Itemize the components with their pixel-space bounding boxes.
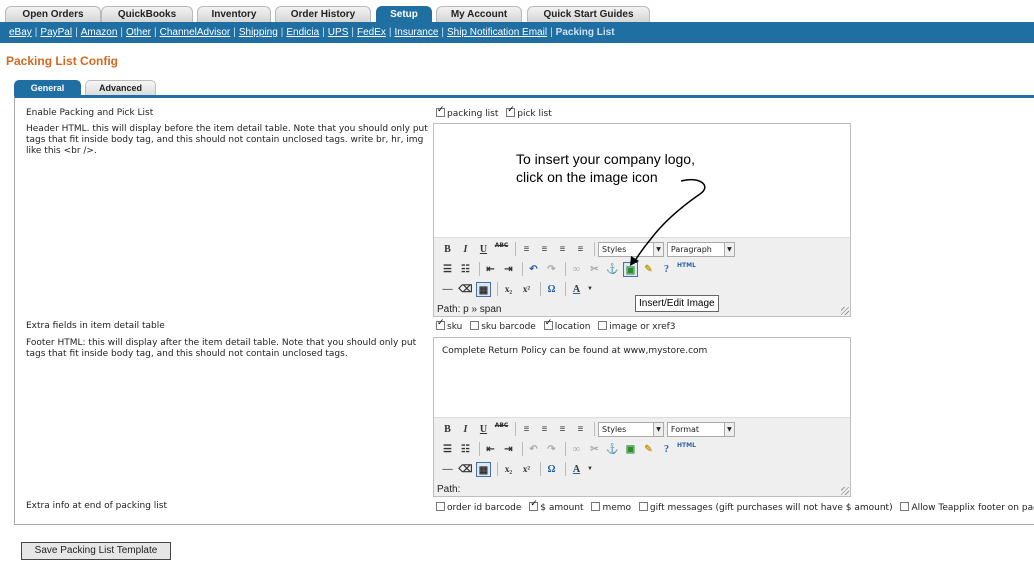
footer-help-text: Footer HTML: this will display after the… <box>26 338 417 359</box>
amount-checkbox[interactable] <box>529 499 539 511</box>
align-right-icon[interactable]: ≡ <box>555 422 570 437</box>
horizontal-rule-icon[interactable]: — <box>440 462 455 477</box>
format-select[interactable]: Format ▼ <box>666 422 735 437</box>
special-char-icon[interactable]: Ω <box>544 462 559 477</box>
html-source-icon[interactable]: HTML <box>677 442 696 457</box>
numbered-list-icon[interactable]: ☷ <box>458 442 473 457</box>
order-id-barcode-label: order id barcode <box>447 503 522 513</box>
insert-image-icon[interactable]: ▣ <box>623 442 638 457</box>
superscript-icon[interactable]: x² <box>519 462 534 477</box>
bold-button[interactable]: B <box>440 422 455 437</box>
extra-info-options: order id barcode $ amount memo gift mess… <box>436 499 1034 514</box>
text-color-icon[interactable]: A <box>569 462 584 477</box>
styles-select[interactable]: Styles ▼ <box>598 422 664 437</box>
sku-label: sku <box>447 322 463 332</box>
indent-icon[interactable]: ⇥ <box>501 442 516 457</box>
redo-icon[interactable]: ↷ <box>544 442 559 457</box>
footer-html-editor: Complete Return Policy can be found at w… <box>433 337 851 497</box>
footer-editor-path: Path: <box>437 484 461 495</box>
gift-messages-checkbox[interactable] <box>638 502 648 511</box>
footer-editor-toolbar: B I U ABC ≡ ≡ ≡ ≡ Styles ▼ Format ▼ ☰ ☷ ⇤ ⇥ ↶ ↷ ∞ ✂ ⚓ ▣ ✎? HT… <box>434 417 850 496</box>
memo-checkbox[interactable] <box>591 502 601 511</box>
remove-format-icon[interactable]: ⌫ <box>458 462 473 477</box>
unlink-icon[interactable]: ✂ <box>587 442 602 457</box>
extra-fields-options: sku sku barcode location image or xref3 <box>436 318 681 333</box>
help-icon[interactable]: ? <box>659 442 674 457</box>
align-justify-icon[interactable]: ≡ <box>573 422 588 437</box>
strikethrough-button[interactable]: ABC <box>494 422 509 437</box>
extra-fields-label: Extra fields in item detail table <box>26 321 165 331</box>
location-label: location <box>554 322 591 332</box>
sku-barcode-checkbox[interactable] <box>470 321 480 330</box>
link-icon[interactable]: ∞ <box>569 442 584 457</box>
location-checkbox[interactable] <box>543 318 553 330</box>
align-left-icon[interactable]: ≡ <box>519 422 534 437</box>
extra-info-label: Extra info at end of packing list <box>26 501 167 511</box>
cleanup-icon[interactable]: ✎ <box>641 442 656 457</box>
amount-label: $ amount <box>540 503 584 513</box>
gift-messages-label: gift messages (gift purchases will not h… <box>649 503 893 513</box>
text-color-dropdown-icon[interactable]: ▼ <box>587 462 593 477</box>
teapplix-footer-checkbox[interactable] <box>900 502 910 511</box>
visual-aid-icon[interactable]: ▦ <box>476 462 491 477</box>
footer-content-text: Complete Return Policy can be found at w… <box>442 346 708 356</box>
sku-checkbox[interactable] <box>436 318 445 330</box>
save-packing-list-button[interactable]: Save Packing List Template <box>21 542 171 560</box>
align-center-icon[interactable]: ≡ <box>537 422 552 437</box>
order-id-barcode-checkbox[interactable] <box>436 502 445 511</box>
bullet-list-icon[interactable]: ☰ <box>440 442 455 457</box>
subscript-icon[interactable]: x₂ <box>501 462 516 477</box>
insert-image-tooltip: Insert/Edit Image <box>635 295 719 312</box>
undo-icon[interactable]: ↶ <box>526 442 541 457</box>
resize-grip-icon[interactable] <box>841 487 849 495</box>
image-xref3-label: image or xref3 <box>609 322 676 332</box>
image-xref3-checkbox[interactable] <box>598 321 608 330</box>
anchor-icon[interactable]: ⚓ <box>605 442 620 457</box>
sku-barcode-label: sku barcode <box>481 322 536 332</box>
outdent-icon[interactable]: ⇤ <box>483 442 498 457</box>
memo-label: memo <box>602 503 632 513</box>
teapplix-footer-label: Allow Teapplix footer on page bottom <box>911 503 1034 513</box>
italic-button[interactable]: I <box>458 422 473 437</box>
underline-button[interactable]: U <box>476 422 491 437</box>
footer-editor-area[interactable]: Complete Return Policy can be found at w… <box>434 338 850 417</box>
